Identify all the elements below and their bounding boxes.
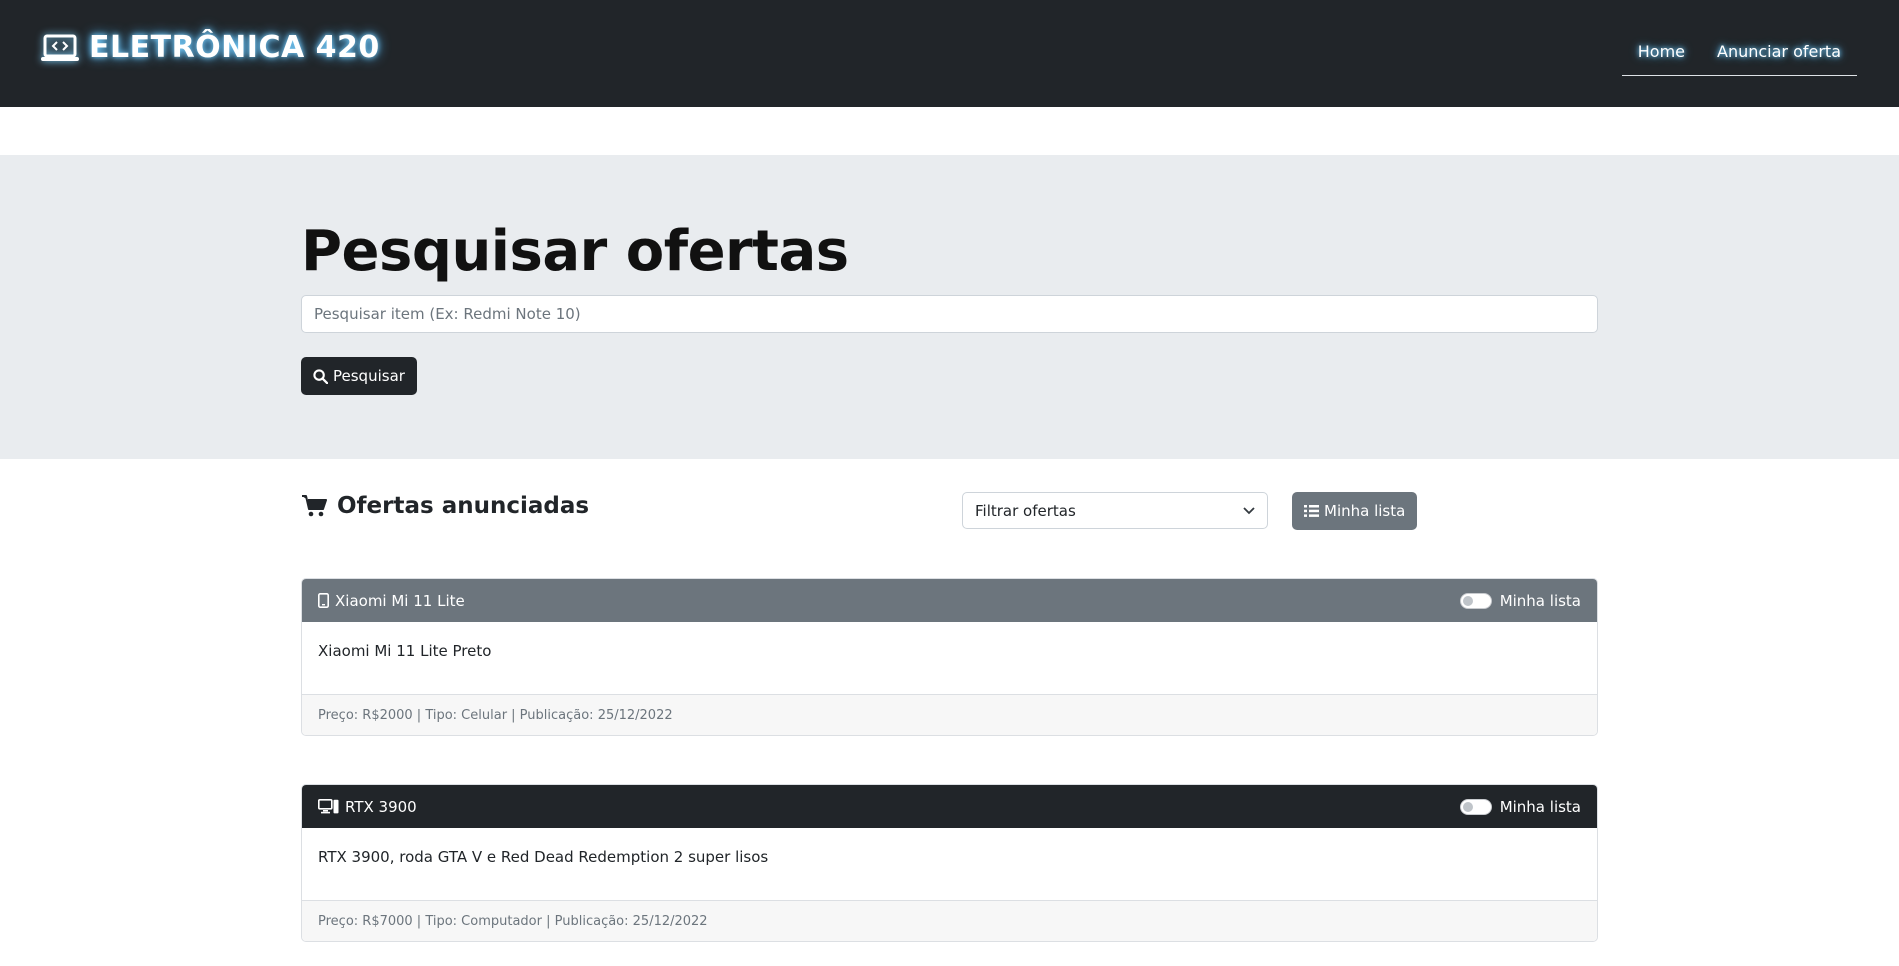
laptop-code-icon	[41, 34, 79, 61]
offer-card: RTX 3900 Minha lista RTX 3900, roda GTA …	[301, 784, 1598, 942]
search-button-label: Pesquisar	[333, 367, 405, 385]
offer-card-title: RTX 3900	[345, 797, 417, 816]
search-input[interactable]	[301, 295, 1598, 333]
offers-heading: Ofertas anunciadas	[301, 493, 589, 519]
page-title: Pesquisar ofertas	[301, 219, 849, 284]
filter-select-value: Filtrar ofertas	[975, 501, 1076, 520]
offer-card-title: Xiaomi Mi 11 Lite	[335, 591, 465, 610]
nav-link-home[interactable]: Home	[1622, 38, 1701, 65]
my-list-toggle[interactable]	[1459, 798, 1492, 815]
nav-link-anunciar-oferta[interactable]: Anunciar oferta	[1701, 38, 1857, 65]
chevron-down-icon	[1243, 506, 1255, 514]
offers-title: Ofertas anunciadas	[337, 493, 590, 519]
mobile-icon	[318, 593, 329, 608]
my-list-toggle-label: Minha lista	[1499, 797, 1581, 816]
offer-card-header: Xiaomi Mi 11 Lite Minha lista	[302, 579, 1597, 622]
brand[interactable]: ELETRÔNICA 420	[40, 30, 380, 65]
shopping-cart-icon	[302, 495, 327, 517]
brand-name: ELETRÔNICA 420	[89, 30, 380, 65]
search-icon	[313, 368, 328, 384]
my-list-button-label: Minha lista	[1324, 502, 1406, 520]
offer-card-description: Xiaomi Mi 11 Lite Preto	[318, 642, 492, 660]
offer-card: Xiaomi Mi 11 Lite Minha lista Xiaomi Mi …	[301, 578, 1598, 736]
my-list-toggle[interactable]	[1459, 592, 1492, 609]
offer-card-footer: Preço: R$2000 | Tipo: Celular | Publicaç…	[302, 694, 1597, 735]
nav-links: Home Anunciar oferta	[1621, 38, 1857, 76]
list-icon	[1304, 505, 1319, 517]
navbar: ELETRÔNICA 420 Home Anunciar oferta	[0, 0, 1899, 107]
my-list-button[interactable]: Minha lista	[1292, 492, 1418, 530]
filter-select[interactable]: Filtrar ofertas	[962, 492, 1268, 529]
desktop-icon	[318, 799, 339, 814]
offer-card-footer: Preço: R$7000 | Tipo: Computador | Publi…	[302, 900, 1597, 941]
search-section: Pesquisar ofertas Pesquisar	[0, 155, 1899, 459]
offer-card-description: RTX 3900, roda GTA V e Red Dead Redempti…	[318, 848, 769, 866]
search-button[interactable]: Pesquisar	[301, 357, 417, 395]
my-list-toggle-label: Minha lista	[1499, 591, 1581, 610]
offer-card-header: RTX 3900 Minha lista	[302, 785, 1597, 828]
